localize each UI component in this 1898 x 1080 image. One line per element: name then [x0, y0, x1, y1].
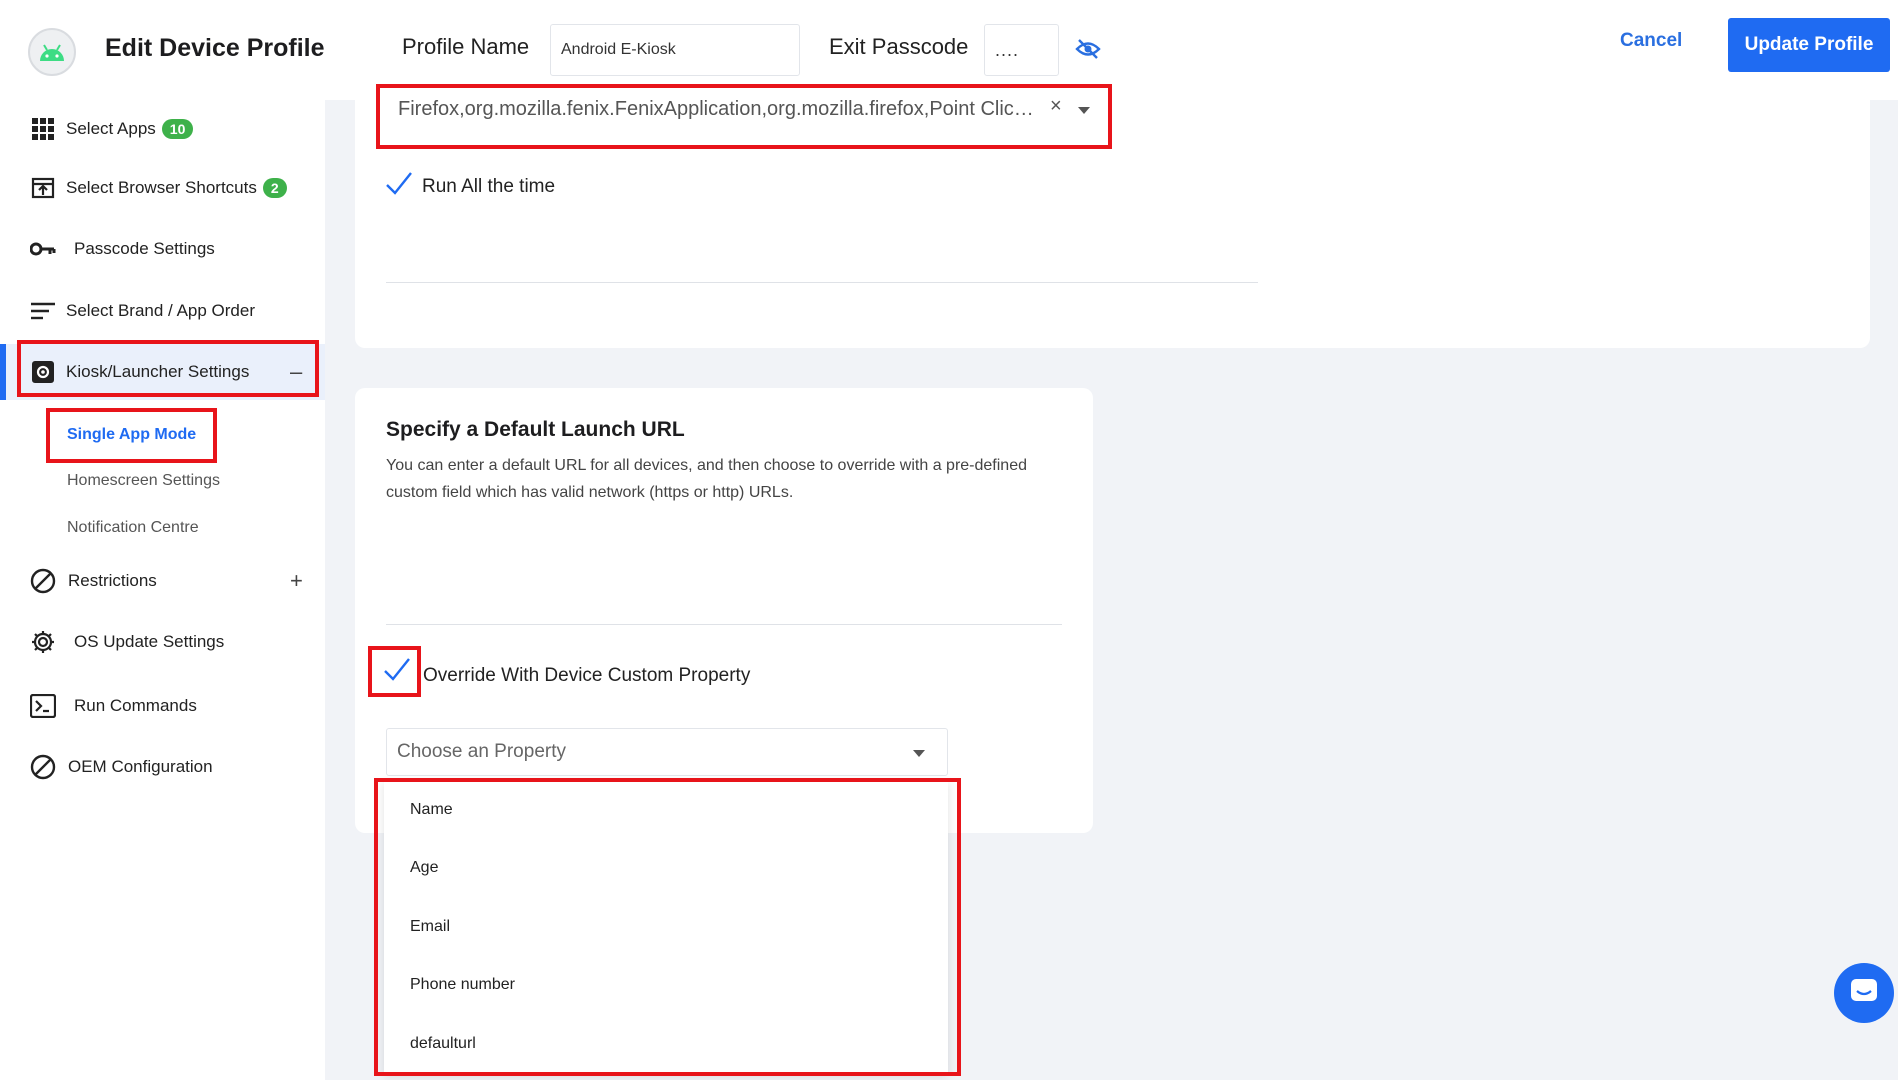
sidebar-item-label: Select Apps: [66, 118, 156, 138]
profile-name-label: Profile Name: [402, 34, 530, 59]
gear-box-icon: [30, 359, 56, 385]
terminal-icon: [30, 693, 56, 719]
clear-selection-icon[interactable]: ×: [1050, 95, 1062, 118]
sidebar-item-label: Run Commands: [74, 696, 197, 715]
sidebar-item-label: OEM Configuration: [68, 757, 213, 776]
chat-icon: [1849, 977, 1879, 1010]
sidebar-item-select-apps[interactable]: Select Apps 10: [0, 104, 325, 154]
launch-url-description: You can enter a default URL for all devi…: [386, 457, 1027, 501]
expand-toggle[interactable]: +: [290, 568, 303, 594]
cancel-button[interactable]: Cancel: [1620, 30, 1682, 52]
sidebar-item-kiosk-launcher[interactable]: Kiosk/Launcher Settings –: [0, 344, 325, 400]
property-dropdown: Name Age Email Phone number defaulturl: [384, 782, 948, 1074]
sort-icon: [30, 298, 56, 324]
page-title: Edit Device Profile: [105, 34, 325, 62]
sidebar-item-label: Select Brand / App Order: [66, 301, 255, 320]
dropdown-option-email[interactable]: Email: [410, 918, 450, 936]
sub-item-single-app-mode[interactable]: Single App Mode: [67, 426, 196, 444]
exit-passcode-label: Exit Passcode: [829, 34, 969, 59]
property-select[interactable]: Choose an Property: [386, 728, 948, 776]
sidebar-item-brand-app-order[interactable]: Select Brand / App Order: [0, 286, 325, 336]
block-icon: [30, 754, 56, 780]
dropdown-option-name[interactable]: Name: [410, 801, 453, 819]
sidebar-item-label: Select Browser Shortcuts: [66, 177, 257, 197]
dropdown-option-defaulturl[interactable]: defaulturl: [410, 1035, 476, 1053]
sidebar-item-restrictions[interactable]: Restrictions +: [0, 556, 325, 606]
sidebar-item-label: OS Update Settings: [74, 632, 225, 651]
android-icon: [28, 28, 76, 76]
eye-hidden-icon[interactable]: [1075, 38, 1101, 60]
collapse-toggle[interactable]: –: [290, 359, 302, 385]
chevron-down-icon[interactable]: [1078, 107, 1090, 114]
sidebar-item-label: Kiosk/Launcher Settings: [66, 362, 250, 381]
sub-item-homescreen-settings[interactable]: Homescreen Settings: [67, 472, 220, 490]
kiosk-apps-select[interactable]: Firefox,org.mozilla.fenix.FenixApplicati…: [386, 87, 1106, 131]
divider: [386, 282, 1258, 283]
block-icon: [30, 568, 56, 594]
sidebar-item-run-commands[interactable]: Run Commands: [0, 681, 325, 731]
override-label: Override With Device Custom Property: [423, 665, 751, 686]
chat-support-button[interactable]: [1834, 963, 1894, 1023]
count-badge: 2: [262, 178, 287, 199]
shortcut-icon: [30, 175, 56, 201]
sidebar-item-os-update[interactable]: OS Update Settings: [0, 617, 325, 667]
sub-item-notification-centre[interactable]: Notification Centre: [67, 519, 199, 537]
exit-passcode-input[interactable]: [984, 24, 1059, 76]
sidebar-item-oem-configuration[interactable]: OEM Configuration: [0, 742, 325, 792]
sidebar: Select Apps 10 Select Browser Shortcuts 2 …: [0, 100, 325, 1080]
sidebar-item-passcode-settings[interactable]: Passcode Settings: [0, 224, 325, 274]
count-badge: 10: [161, 119, 194, 140]
chevron-down-icon[interactable]: [913, 750, 925, 757]
gear-icon: [30, 629, 56, 655]
override-checkbox[interactable]: [382, 656, 412, 684]
property-placeholder: Choose an Property: [397, 741, 566, 762]
dropdown-option-phone-number[interactable]: Phone number: [410, 976, 515, 994]
launch-url-title: Specify a Default Launch URL: [386, 418, 685, 441]
profile-name-input[interactable]: [550, 24, 800, 76]
sidebar-item-label: Passcode Settings: [74, 239, 215, 258]
run-all-checkbox[interactable]: [384, 170, 414, 198]
key-icon: [30, 236, 56, 262]
sidebar-item-label: Restrictions: [68, 571, 157, 590]
sidebar-item-browser-shortcuts[interactable]: Select Browser Shortcuts 2: [0, 163, 325, 213]
active-indicator: [0, 344, 6, 400]
dropdown-option-age[interactable]: Age: [410, 859, 438, 877]
run-all-label: Run All the time: [422, 176, 556, 197]
update-profile-button[interactable]: Update Profile: [1728, 18, 1890, 72]
grid-icon: [30, 116, 56, 142]
divider: [386, 624, 1062, 625]
selected-apps-value: Firefox,org.mozilla.fenix.FenixApplicati…: [398, 97, 1038, 120]
